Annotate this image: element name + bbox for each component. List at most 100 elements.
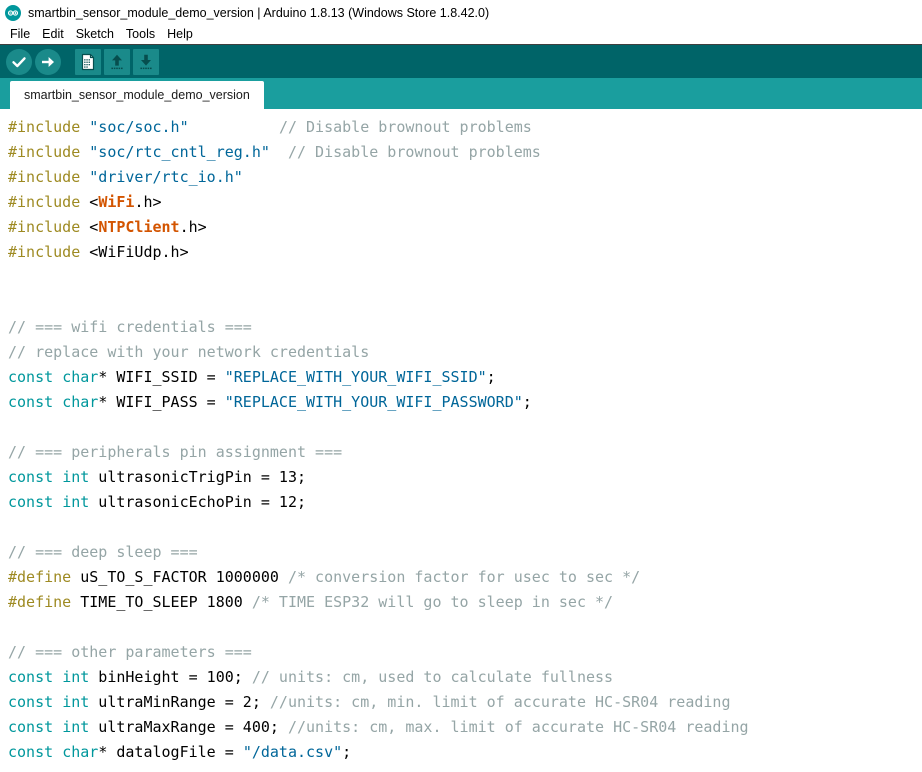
- code-token-plain: * datalogFile =: [98, 743, 243, 761]
- code-token-kw: const: [8, 393, 53, 411]
- code-token-kw: int: [62, 668, 89, 686]
- toolbar: [0, 44, 922, 78]
- code-token-kw: const: [8, 368, 53, 386]
- code-token-plain: [53, 743, 62, 761]
- code-token-pre: #include: [8, 118, 80, 136]
- code-token-kw: const: [8, 743, 53, 761]
- menu-item-help[interactable]: Help: [161, 25, 199, 44]
- code-token-cmt: /* conversion factor for usec to sec */: [288, 568, 640, 586]
- code-token-str: "soc/rtc_cntl_reg.h": [89, 143, 270, 161]
- code-token-kw: int: [62, 693, 89, 711]
- code-token-plain: uS_TO_S_FACTOR 1000000: [71, 568, 288, 586]
- code-token-plain: ;: [342, 743, 351, 761]
- code-token-pre: #include: [8, 218, 80, 236]
- code-token-cmt: //units: cm, min. limit of accurate HC-S…: [270, 693, 731, 711]
- code-line: #include <WiFiUdp.h>: [8, 240, 922, 265]
- check-icon: [7, 50, 31, 74]
- tab-label: smartbin_sensor_module_demo_version: [24, 88, 250, 102]
- code-token-pre: #include: [8, 143, 80, 161]
- code-token-cmt: //units: cm, max. limit of accurate HC-S…: [288, 718, 749, 736]
- title-bar: smartbin_sensor_module_demo_version | Ar…: [0, 0, 922, 25]
- code-line: // === peripherals pin assignment ===: [8, 440, 922, 465]
- code-token-plain: ;: [487, 368, 496, 386]
- code-line: [8, 290, 922, 315]
- code-token-plain: ultrasonicEchoPin = 12;: [89, 493, 306, 511]
- code-token-pre: #include: [8, 243, 80, 261]
- code-token-kw: const: [8, 468, 53, 486]
- code-token-lib: NTPClient: [98, 218, 179, 236]
- code-token-kw: char: [62, 368, 98, 386]
- code-token-plain: [53, 718, 62, 736]
- code-line: const int ultraMaxRange = 400; //units: …: [8, 715, 922, 740]
- menu-item-edit[interactable]: Edit: [36, 25, 70, 44]
- code-token-cmt: // Disable brownout problems: [279, 118, 532, 136]
- code-token-cmt: // === other parameters ===: [8, 643, 252, 661]
- code-editor[interactable]: #include "soc/soc.h" // Disable brownout…: [0, 109, 922, 772]
- code-token-str: "driver/rtc_io.h": [89, 168, 243, 186]
- code-line: const int ultrasonicTrigPin = 13;: [8, 465, 922, 490]
- code-token-cmt: // replace with your network credentials: [8, 343, 369, 361]
- arduino-infinity-icon: [5, 5, 21, 21]
- tab-strip: smartbin_sensor_module_demo_version: [0, 78, 922, 109]
- code-line: // replace with your network credentials: [8, 340, 922, 365]
- menu-bar: File Edit Sketch Tools Help: [0, 25, 922, 44]
- code-token-cmt: /* TIME ESP32 will go to sleep in sec */: [252, 593, 613, 611]
- arrow-up-icon: [107, 52, 127, 72]
- upload-button[interactable]: [35, 49, 61, 75]
- code-token-kw: const: [8, 693, 53, 711]
- code-token-str: "soc/soc.h": [89, 118, 188, 136]
- code-token-plain: * WIFI_PASS =: [98, 393, 224, 411]
- code-line: // === other parameters ===: [8, 640, 922, 665]
- code-token-plain: [80, 168, 89, 186]
- code-token-plain: ;: [523, 393, 532, 411]
- code-token-plain: [53, 393, 62, 411]
- menu-item-tools[interactable]: Tools: [120, 25, 161, 44]
- code-line: [8, 415, 922, 440]
- code-token-plain: [189, 118, 279, 136]
- code-line: #define uS_TO_S_FACTOR 1000000 /* conver…: [8, 565, 922, 590]
- code-content[interactable]: #include "soc/soc.h" // Disable brownout…: [8, 115, 922, 765]
- code-line: #include "soc/rtc_cntl_reg.h" // Disable…: [8, 140, 922, 165]
- code-token-plain: binHeight = 100;: [89, 668, 252, 686]
- menu-item-sketch[interactable]: Sketch: [70, 25, 120, 44]
- code-token-cmt: // === deep sleep ===: [8, 543, 198, 561]
- tab-sketch-active[interactable]: smartbin_sensor_module_demo_version: [10, 81, 264, 109]
- code-token-cmt: // === wifi credentials ===: [8, 318, 252, 336]
- code-token-plain: <: [80, 193, 98, 211]
- code-token-plain: ultraMaxRange = 400;: [89, 718, 288, 736]
- code-line: #include <WiFi.h>: [8, 190, 922, 215]
- code-line: const int ultrasonicEchoPin = 12;: [8, 490, 922, 515]
- code-token-kw: int: [62, 493, 89, 511]
- code-line: [8, 615, 922, 640]
- new-button[interactable]: [75, 49, 101, 75]
- save-button[interactable]: [133, 49, 159, 75]
- code-token-kw: char: [62, 743, 98, 761]
- code-token-plain: <: [80, 218, 98, 236]
- code-token-kw: char: [62, 393, 98, 411]
- code-line: #include <NTPClient.h>: [8, 215, 922, 240]
- code-line: const char* datalogFile = "/data.csv";: [8, 740, 922, 765]
- code-line: // === wifi credentials ===: [8, 315, 922, 340]
- code-token-plain: .h>: [134, 193, 161, 211]
- open-button[interactable]: [104, 49, 130, 75]
- code-token-plain: .h>: [180, 218, 207, 236]
- code-line: const char* WIFI_SSID = "REPLACE_WITH_YO…: [8, 365, 922, 390]
- code-line: const int ultraMinRange = 2; //units: cm…: [8, 690, 922, 715]
- code-token-plain: ultrasonicTrigPin = 13;: [89, 468, 306, 486]
- menu-item-file[interactable]: File: [4, 25, 36, 44]
- code-token-kw: int: [62, 468, 89, 486]
- code-token-kw: const: [8, 668, 53, 686]
- code-token-kw: const: [8, 718, 53, 736]
- new-document-icon: [78, 52, 98, 72]
- code-token-plain: [53, 368, 62, 386]
- code-line: #define TIME_TO_SLEEP 1800 /* TIME ESP32…: [8, 590, 922, 615]
- code-token-cmt: // Disable brownout problems: [288, 143, 541, 161]
- code-token-str: "/data.csv": [243, 743, 342, 761]
- code-line: #include "soc/soc.h" // Disable brownout…: [8, 115, 922, 140]
- code-line: [8, 515, 922, 540]
- code-token-plain: [53, 493, 62, 511]
- code-token-str: "REPLACE_WITH_YOUR_WIFI_SSID": [225, 368, 487, 386]
- verify-button[interactable]: [6, 49, 32, 75]
- code-token-plain: <WiFiUdp.h>: [80, 243, 188, 261]
- code-token-plain: [80, 143, 89, 161]
